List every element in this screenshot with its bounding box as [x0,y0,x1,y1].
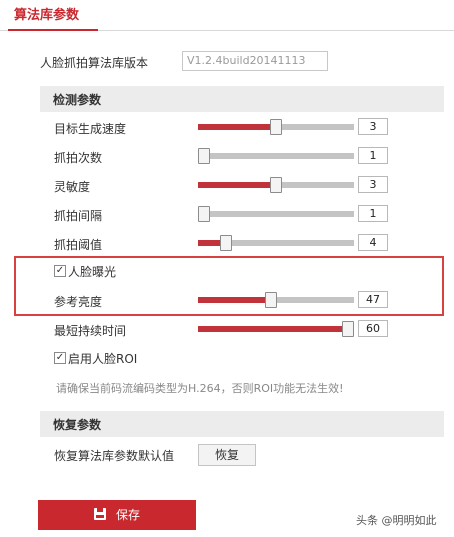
restore-params-header: 恢复参数 [40,411,444,437]
capture-times-slider[interactable] [198,148,354,164]
capture-interval-value[interactable]: 1 [358,205,388,222]
slider-thumb[interactable] [265,292,278,308]
min-duration-slider[interactable] [198,321,354,337]
capture-interval-slider[interactable] [198,206,354,222]
slider-thumb[interactable] [270,177,282,193]
slider-fill [198,297,272,303]
floppy-disk-icon [93,508,106,520]
restore-defaults-label: 恢复算法库参数默认值 [54,449,175,463]
tab-bar: 算法库参数 [0,0,454,31]
capture-threshold-label: 抓拍阈值 [54,238,103,252]
face-exposure-label: 人脸曝光 [68,265,117,279]
roi-hint-text: 请确保当前码流编码类型为H.264，否则ROI功能无法生效! [56,382,344,395]
target-speed-label: 目标生成速度 [54,122,127,136]
reference-brightness-slider[interactable] [198,292,354,308]
capture-threshold-slider[interactable] [198,235,354,251]
slider-thumb[interactable] [270,119,282,135]
slider-fill [198,326,348,332]
detect-params-header: 检测参数 [40,86,444,112]
sensitivity-value[interactable]: 3 [358,176,388,193]
restore-params-title: 恢复参数 [53,418,102,432]
slider-thumb[interactable] [220,235,233,251]
version-field: V1.2.4build20141113 [182,51,328,71]
min-duration-value[interactable]: 60 [358,320,388,337]
face-exposure-checkbox[interactable]: ✓ [54,265,66,277]
slider-thumb[interactable] [198,206,211,222]
slider-fill [198,182,276,188]
face-roi-label: 启用人脸ROI [68,352,138,366]
sensitivity-label: 灵敏度 [54,180,91,194]
watermark: 头条 @明明如此 [356,514,437,527]
slider-fill [198,124,276,130]
tab-active-underline [8,29,98,31]
capture-threshold-value[interactable]: 4 [358,234,388,251]
restore-button[interactable]: 恢复 [198,444,256,466]
version-label: 人脸抓拍算法库版本 [40,56,149,70]
capture-interval-label: 抓拍间隔 [54,209,103,223]
slider-thumb[interactable] [341,321,354,337]
sensitivity-slider[interactable] [198,177,354,193]
tab-algorithm-params[interactable]: 算法库参数 [12,2,81,30]
capture-times-value[interactable]: 1 [358,147,388,164]
detect-params-title: 检测参数 [53,93,102,107]
reference-brightness-value[interactable]: 47 [358,291,388,308]
slider-thumb[interactable] [198,148,211,164]
target-speed-value[interactable]: 3 [358,118,388,135]
capture-times-label: 抓拍次数 [54,151,103,165]
save-button[interactable]: 保存 [38,500,196,530]
reference-brightness-label: 参考亮度 [54,295,103,309]
face-roi-checkbox[interactable]: ✓ [54,352,66,364]
min-duration-label: 最短持续时间 [54,324,127,338]
save-button-label: 保存 [115,508,140,522]
target-speed-slider[interactable] [198,119,354,135]
